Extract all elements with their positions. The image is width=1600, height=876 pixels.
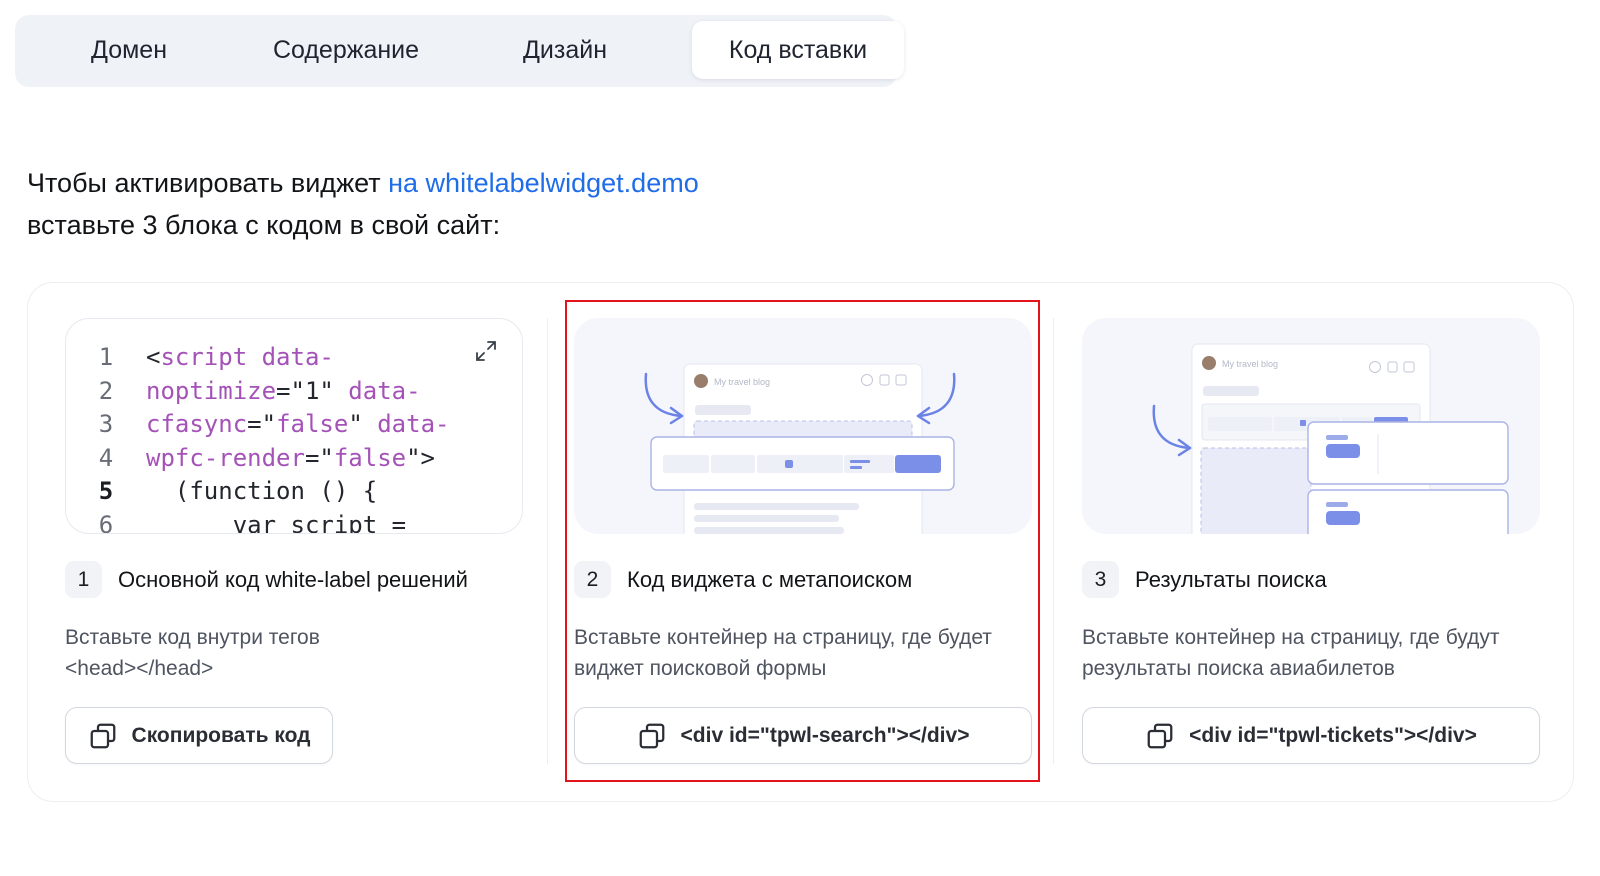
domain-link[interactable]: на whitelabelwidget.demo [388,168,699,198]
column-divider [547,318,548,764]
step-1-description: Вставьте код внутри тегов <head></head> [65,626,320,680]
line-number: 6 [98,510,114,534]
tab-design[interactable]: Дизайн [465,21,665,79]
tab-domain[interactable]: Домен [29,21,229,79]
code-line: 2 noptimize="1" data- [66,375,449,409]
column-divider [1053,318,1054,764]
line-number: 3 [98,410,114,438]
step-number: 1 [65,561,102,598]
search-results-illustration: My travel blog [1152,343,1509,534]
tab-bar: Домен Содержание Дизайн Код вставки [15,15,904,87]
expand-icon[interactable] [474,339,498,363]
avatar [1202,356,1216,370]
copy-icon [1147,723,1173,748]
code-lines: 1 <script data- 2 noptimize="1" data- 3 cfasy… [66,341,450,534]
code-line: 4 wpfc-render="false"> [66,442,449,476]
line-code: var script = [146,510,407,534]
step-title: Основной код white-label решений [118,566,468,592]
step-3-header: 3 Результаты поиска [1082,561,1327,598]
intro-text: Чтобы активировать виджет на whitelabelw… [27,162,699,246]
line-code: cfasync="false" data- [146,410,450,438]
tab-content[interactable]: Содержание [243,21,449,79]
code-line: 5 (function () { [66,475,449,509]
step-1-header: 1 Основной код white-label решений [65,561,468,598]
intro-prefix: Чтобы активировать виджет [27,168,389,198]
line-code: (function () { [146,477,378,505]
line-code: wpfc-render="false"> [146,443,436,472]
copy-icon [90,723,115,748]
code-line: 6 var script = [66,509,449,534]
mockup-blog-title: My travel blog [1222,359,1278,369]
step-number: 3 [1082,561,1119,598]
search-results-preview: My travel blog [1082,318,1540,534]
copy-button-label: Скопировать код [131,723,311,747]
line-number: 4 [98,443,114,472]
intro-line-1: Чтобы активировать виджет на whitelabelw… [27,162,699,204]
code-preview[interactable]: 1 <script data- 2 noptimize="1" data- 3 cfasy… [65,318,523,534]
copy-button-label: <div id="tpwl-tickets"></div> [1189,723,1477,747]
step-3-description: Вставьте контейнер на страницу, где буду… [1082,626,1500,680]
line-code: noptimize="1" data- [146,376,421,405]
code-line: 3 cfasync="false" data- [66,408,450,442]
line-number: 5 [98,477,114,505]
highlight-frame [565,300,1040,782]
line-code: <script data- [146,343,334,371]
step-title: Результаты поиска [1135,566,1327,592]
tab-embed-code[interactable]: Код вставки [692,21,904,79]
intro-line-2: вставьте 3 блока с кодом в свой сайт: [27,210,501,240]
copy-main-code-button[interactable]: Скопировать код [65,707,333,764]
copy-tickets-container-button[interactable]: <div id="tpwl-tickets"></div> [1082,707,1540,764]
line-number: 1 [98,343,114,371]
line-number: 2 [98,376,114,405]
code-line: 1 <script data- [66,341,449,375]
